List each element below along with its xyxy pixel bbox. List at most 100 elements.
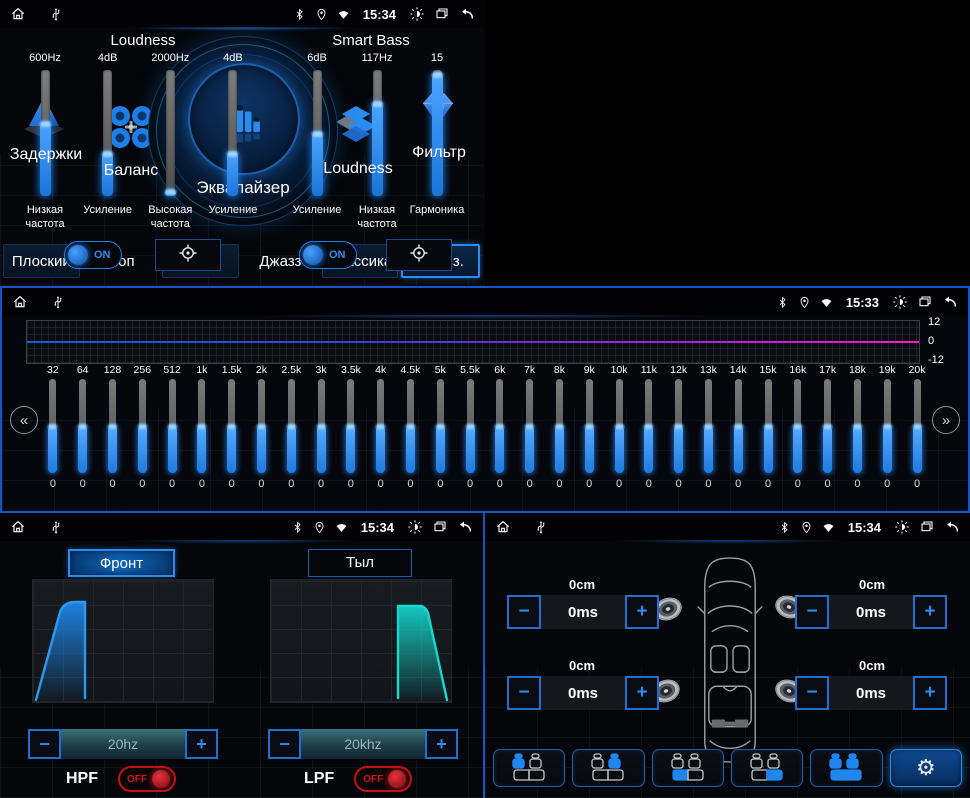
menu-item-delays[interactable]: Задержки: [0, 146, 94, 164]
recents-icon[interactable]: [434, 6, 450, 22]
band-slider[interactable]: [288, 379, 295, 473]
delay-minus-button[interactable]: −: [507, 595, 541, 629]
band-slider[interactable]: [735, 379, 742, 473]
back-icon[interactable]: [942, 294, 958, 310]
band-slider[interactable]: [79, 379, 86, 473]
listening-position-button[interactable]: ⚙: [731, 749, 803, 787]
band-slider[interactable]: [586, 379, 593, 473]
hpf-plus-button[interactable]: +: [185, 729, 218, 759]
band-gain-value: 0: [765, 478, 771, 490]
band-slider[interactable]: [496, 379, 503, 473]
lpf-plus-button[interactable]: +: [425, 729, 458, 759]
recents-icon[interactable]: [917, 294, 933, 310]
listening-position-button[interactable]: ⚙: [890, 749, 962, 787]
band-slider[interactable]: [318, 379, 325, 473]
scroll-right-button[interactable]: »: [932, 406, 960, 434]
band-slider[interactable]: [377, 379, 384, 473]
location-icon: [800, 521, 813, 534]
band-slider[interactable]: [556, 379, 563, 473]
band-gain-value: 0: [80, 478, 86, 490]
eq-band: 256 0: [127, 364, 157, 490]
band-slider[interactable]: [914, 379, 921, 473]
menu-item-balance[interactable]: Баланс: [85, 162, 177, 180]
slider-parameter-label: Гармоника: [405, 204, 469, 218]
lpf-response-graph: [270, 579, 452, 703]
band-slider[interactable]: [228, 379, 235, 473]
band-slider[interactable]: [645, 379, 652, 473]
band-slider[interactable]: [347, 379, 354, 473]
delay-plus-button[interactable]: +: [913, 595, 947, 629]
tab-rear-speakers[interactable]: Тыл: [308, 549, 412, 577]
smartbass-reset-button[interactable]: [386, 239, 452, 271]
hpf-off-toggle[interactable]: OFF: [118, 766, 176, 792]
back-icon[interactable]: [944, 519, 960, 535]
menu-item-loudness[interactable]: Loudness: [310, 160, 406, 178]
toggle-knob: [68, 245, 88, 265]
toggle-state-label: OFF: [127, 774, 147, 785]
band-slider[interactable]: [49, 379, 56, 473]
delay-minus-button[interactable]: −: [795, 595, 829, 629]
listening-position-button[interactable]: ⚙: [652, 749, 724, 787]
back-icon[interactable]: [457, 519, 473, 535]
brightness-icon[interactable]: [894, 519, 910, 535]
delay-minus-button[interactable]: −: [507, 676, 541, 710]
recents-icon[interactable]: [432, 519, 448, 535]
delay-plus-button[interactable]: +: [913, 676, 947, 710]
vertical-slider[interactable]: [41, 70, 50, 196]
status-bar: 15:33: [2, 288, 968, 316]
brightness-icon[interactable]: [409, 6, 425, 22]
band-slider[interactable]: [884, 379, 891, 473]
vertical-slider[interactable]: [228, 70, 237, 196]
hpf-minus-button[interactable]: −: [28, 729, 61, 759]
delay-plus-button[interactable]: +: [625, 595, 659, 629]
band-frequency-label: 10k: [611, 364, 628, 376]
delay-minus-button[interactable]: −: [795, 676, 829, 710]
band-gain-value: 0: [646, 478, 652, 490]
home-icon[interactable]: [10, 519, 26, 535]
band-slider[interactable]: [109, 379, 116, 473]
tab-front-speakers[interactable]: Фронт: [68, 549, 175, 577]
band-slider[interactable]: [526, 379, 533, 473]
band-slider[interactable]: [437, 379, 444, 473]
scroll-left-button[interactable]: «: [10, 406, 38, 434]
brightness-icon[interactable]: [407, 519, 423, 535]
band-frequency-label: 20k: [909, 364, 926, 376]
band-slider[interactable]: [139, 379, 146, 473]
brightness-icon[interactable]: [892, 294, 908, 310]
toggle-state-label: OFF: [363, 774, 383, 785]
band-slider[interactable]: [765, 379, 772, 473]
band-slider[interactable]: [258, 379, 265, 473]
home-icon[interactable]: [12, 294, 28, 310]
menu-item-filter[interactable]: Фильтр: [394, 144, 484, 162]
band-slider-fill: [585, 426, 594, 473]
listening-position-button[interactable]: ⚙: [810, 749, 882, 787]
band-slider[interactable]: [467, 379, 474, 473]
home-icon[interactable]: [10, 6, 26, 22]
eq-band: 11k 0: [634, 364, 664, 490]
lpf-off-toggle[interactable]: OFF: [354, 766, 412, 792]
band-slider[interactable]: [198, 379, 205, 473]
back-icon[interactable]: [459, 6, 475, 22]
loudness-on-toggle[interactable]: ON: [64, 241, 122, 269]
band-slider[interactable]: [169, 379, 176, 473]
home-icon[interactable]: [495, 519, 511, 535]
gear-icon: ⚙: [916, 757, 936, 779]
lpf-minus-button[interactable]: −: [268, 729, 301, 759]
listening-position-button[interactable]: ⚙: [493, 749, 565, 787]
chevron-left-icon: «: [20, 412, 28, 429]
listening-position-button[interactable]: ⚙: [572, 749, 644, 787]
band-slider[interactable]: [407, 379, 414, 473]
band-slider[interactable]: [854, 379, 861, 473]
smartbass-on-toggle[interactable]: ON: [299, 241, 357, 269]
loudness-reset-button[interactable]: [155, 239, 221, 271]
recents-icon[interactable]: [919, 519, 935, 535]
band-slider[interactable]: [616, 379, 623, 473]
vertical-slider[interactable]: [433, 70, 442, 196]
band-slider[interactable]: [675, 379, 682, 473]
band-gain-value: 0: [556, 478, 562, 490]
band-gain-value: 0: [735, 478, 741, 490]
band-slider[interactable]: [824, 379, 831, 473]
band-slider[interactable]: [794, 379, 801, 473]
band-slider[interactable]: [705, 379, 712, 473]
delay-plus-button[interactable]: +: [625, 676, 659, 710]
